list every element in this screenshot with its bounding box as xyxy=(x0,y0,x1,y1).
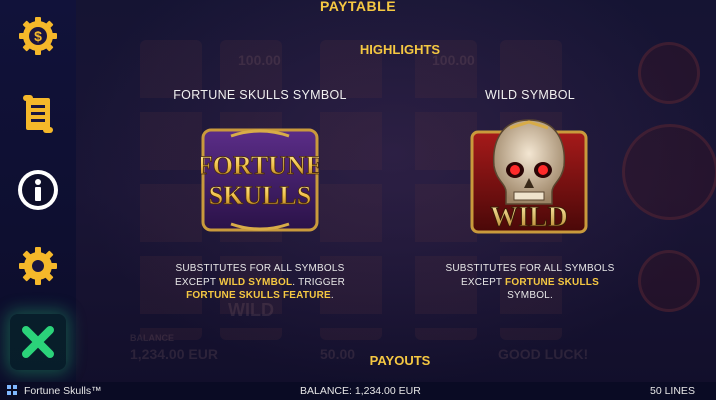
desc-line: SUBSTITUTES FOR ALL SYMBOLS xyxy=(175,263,345,274)
game-background: 100.00 100.00 WILD BALANCE 1,234.00 EUR … xyxy=(70,0,716,385)
desc-line: FORTUNE SKULLS FEATURE. xyxy=(186,290,334,301)
desc-line: EXCEPT WILD SYMBOL. TRIGGER xyxy=(174,276,346,288)
ghost-turbo-button xyxy=(638,250,700,312)
ghost-balance-label: BALANCE xyxy=(130,333,174,343)
ghost-wild-text: WILD xyxy=(228,300,274,320)
game-name: Fortune Skulls™ xyxy=(24,385,102,397)
info-icon[interactable] xyxy=(14,166,62,214)
side-menu: $ xyxy=(0,0,76,385)
lines-readout: 50 LINES xyxy=(650,385,695,397)
wild-symbol-title: WILD SYMBOL xyxy=(484,88,576,102)
game-menu-icon[interactable] xyxy=(6,384,18,399)
desc-line: SUBSTITUTES FOR ALL SYMBOLS xyxy=(445,263,615,274)
ghost-balance-value: 1,234.00 EUR xyxy=(130,346,218,362)
ghost-amount: 100.00 xyxy=(238,52,281,68)
fortune-logo-line2: SKULLS xyxy=(209,181,312,210)
section-title-payouts: PAYOUTS xyxy=(369,353,431,368)
bottom-status-bar: Fortune Skulls™ BALANCE: 1,234.00 EUR 50… xyxy=(0,382,716,400)
ghost-autoplay-button xyxy=(638,42,700,104)
coin-settings-icon[interactable]: $ xyxy=(14,12,62,60)
section-title-highlights: HIGHLIGHTS xyxy=(359,42,441,57)
close-button[interactable] xyxy=(10,314,66,370)
svg-text:$: $ xyxy=(34,28,42,44)
ghost-message: GOOD LUCK! xyxy=(498,346,589,362)
desc-line: SYMBOL. xyxy=(507,290,553,301)
wild-logo-text: WILD xyxy=(490,202,568,233)
ghost-spin-button xyxy=(622,124,716,220)
balance-readout: BALANCE: 1,234.00 EUR xyxy=(300,385,421,397)
fortune-skulls-description: SUBSTITUTES FOR ALL SYMBOLS EXCEPT WILD … xyxy=(160,262,360,303)
wild-symbol-description: SUBSTITUTES FOR ALL SYMBOLS EXCEPT FORTU… xyxy=(430,262,630,303)
fortune-skulls-symbol-title: FORTUNE SKULLS SYMBOL xyxy=(173,88,347,102)
wild-symbol-image: WILD xyxy=(470,118,588,236)
desc-line: EXCEPT FORTUNE SKULLS xyxy=(461,276,599,288)
fortune-logo-line1: FORTUNE xyxy=(201,151,319,180)
fortune-skulls-symbol-image: FORTUNE SKULLS xyxy=(196,128,324,232)
page-title: PAYTABLE xyxy=(319,0,397,14)
close-icon xyxy=(22,326,54,358)
scroll-paytable-icon[interactable] xyxy=(14,90,62,138)
settings-gear-icon[interactable] xyxy=(14,242,62,290)
